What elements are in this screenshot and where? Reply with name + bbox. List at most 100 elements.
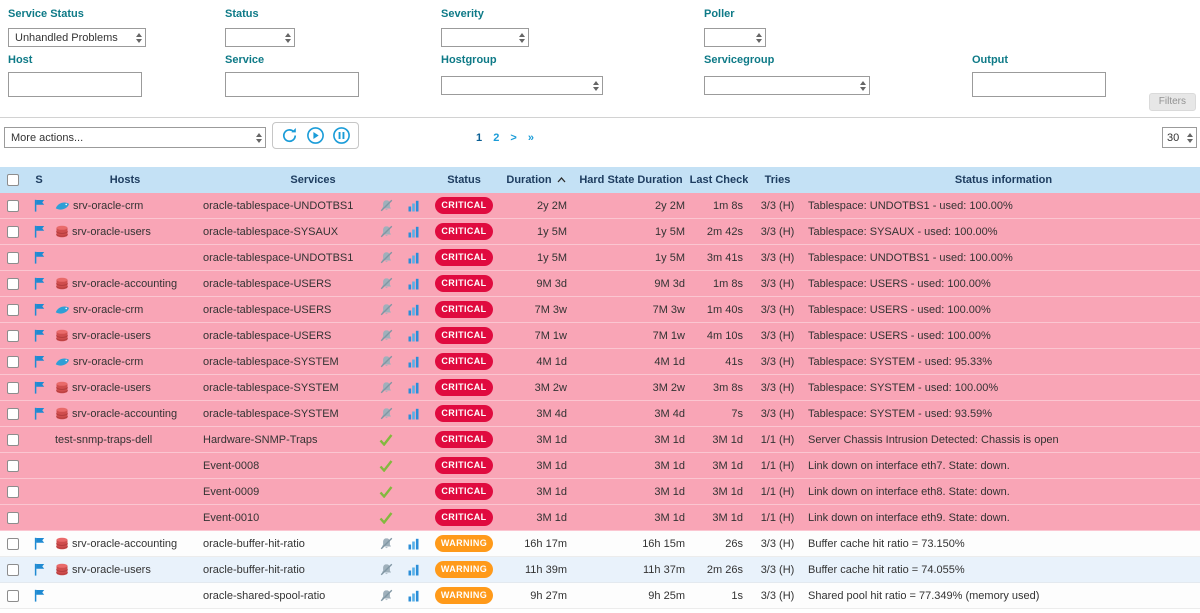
row-checkbox[interactable] (7, 278, 19, 290)
col-header-duration[interactable]: Duration (500, 167, 572, 193)
service-status-select[interactable]: Unhandled Problems (8, 28, 146, 47)
row-checkbox[interactable] (7, 512, 19, 524)
host-link[interactable]: srv-oracle-crm (73, 200, 143, 212)
performance-graph-icon[interactable] (408, 356, 420, 368)
status-badge: CRITICAL (435, 405, 493, 422)
host-link[interactable]: srv-oracle-users (72, 330, 151, 342)
service-link[interactable]: oracle-shared-spool-ratio (203, 590, 325, 602)
severity-select[interactable] (441, 28, 529, 47)
service-link[interactable]: Hardware-SNMP-Traps (203, 434, 318, 446)
last-check-cell: 41s (690, 349, 748, 374)
host-link[interactable]: test-snmp-traps-dell (55, 434, 152, 446)
page-last[interactable]: » (528, 132, 534, 144)
service-link[interactable]: oracle-tablespace-SYSTEM (203, 356, 339, 368)
hard-state-duration-cell: 11h 37m (572, 557, 690, 582)
col-header-hosts[interactable]: Hosts (52, 167, 198, 193)
host-input[interactable] (8, 72, 142, 97)
service-input[interactable] (225, 72, 359, 97)
row-checkbox[interactable] (7, 486, 19, 498)
col-header-status[interactable]: Status (428, 167, 500, 193)
row-checkbox[interactable] (7, 382, 19, 394)
page-size-select[interactable]: 30 (1162, 127, 1197, 148)
table-row: srv-oracle-crm oracle-tablespace-UNDOTBS1… (0, 193, 1200, 219)
service-link[interactable]: oracle-tablespace-UNDOTBS1 (203, 200, 353, 212)
status-label: Status (225, 8, 259, 20)
page-1[interactable]: 1 (476, 132, 482, 144)
service-link[interactable]: Event-0009 (203, 486, 259, 498)
col-header-tries[interactable]: Tries (748, 167, 807, 193)
col-header-s[interactable]: S (26, 167, 52, 193)
status-badge: CRITICAL (435, 509, 493, 526)
duration-cell: 1y 5M (500, 245, 572, 270)
col-header-hard-state-duration[interactable]: Hard State Duration (572, 167, 690, 193)
tries-cell: 3/3 (H) (748, 323, 807, 348)
performance-graph-icon[interactable] (408, 538, 420, 550)
performance-graph-icon[interactable] (408, 382, 420, 394)
col-header-last-check[interactable]: Last Check (690, 167, 748, 193)
service-link[interactable]: oracle-tablespace-USERS (203, 304, 331, 316)
col-header-services[interactable]: Services (198, 167, 428, 193)
row-checkbox[interactable] (7, 304, 19, 316)
service-link[interactable]: oracle-buffer-hit-ratio (203, 538, 305, 550)
host-link[interactable]: srv-oracle-users (72, 564, 151, 576)
duration-cell: 7M 3w (500, 297, 572, 322)
performance-graph-icon[interactable] (408, 408, 420, 420)
service-link[interactable]: oracle-tablespace-SYSTEM (203, 382, 339, 394)
host-link[interactable]: srv-oracle-crm (73, 304, 143, 316)
performance-graph-icon[interactable] (408, 278, 420, 290)
service-link[interactable]: oracle-buffer-hit-ratio (203, 564, 305, 576)
performance-graph-icon[interactable] (408, 200, 420, 212)
host-link[interactable]: srv-oracle-users (72, 226, 151, 238)
service-link[interactable]: oracle-tablespace-USERS (203, 278, 331, 290)
output-input[interactable] (972, 72, 1106, 97)
service-link[interactable]: oracle-tablespace-UNDOTBS1 (203, 252, 353, 264)
service-link[interactable]: oracle-tablespace-USERS (203, 330, 331, 342)
host-link[interactable]: srv-oracle-accounting (72, 538, 177, 550)
database-icon (55, 381, 69, 394)
performance-graph-icon[interactable] (408, 252, 420, 264)
host-link[interactable]: srv-oracle-crm (73, 356, 143, 368)
row-checkbox[interactable] (7, 590, 19, 602)
status-info-cell: Buffer cache hit ratio = 73.150% (807, 531, 1200, 556)
col-header-status-information[interactable]: Status information (807, 167, 1200, 193)
select-all-checkbox[interactable] (7, 174, 19, 186)
row-checkbox[interactable] (7, 330, 19, 342)
host-link[interactable]: srv-oracle-users (72, 382, 151, 394)
row-checkbox[interactable] (7, 408, 19, 420)
row-checkbox[interactable] (7, 434, 19, 446)
database-icon (55, 563, 69, 576)
row-checkbox[interactable] (7, 564, 19, 576)
service-link[interactable]: Event-0010 (203, 512, 259, 524)
page-next[interactable]: > (510, 132, 516, 144)
servicegroup-select[interactable] (704, 76, 870, 95)
status-badge: WARNING (435, 535, 493, 552)
hostgroup-select[interactable] (441, 76, 603, 95)
service-link[interactable]: Event-0008 (203, 460, 259, 472)
row-checkbox[interactable] (7, 460, 19, 472)
row-checkbox[interactable] (7, 538, 19, 550)
tries-cell: 3/3 (H) (748, 219, 807, 244)
row-checkbox[interactable] (7, 252, 19, 264)
select-arrows-icon (593, 81, 599, 91)
performance-graph-icon[interactable] (408, 564, 420, 576)
row-checkbox[interactable] (7, 356, 19, 368)
performance-graph-icon[interactable] (408, 330, 420, 342)
performance-graph-icon[interactable] (408, 590, 420, 602)
row-checkbox[interactable] (7, 226, 19, 238)
notifications-disabled-icon (380, 251, 393, 264)
performance-graph-icon[interactable] (408, 304, 420, 316)
status-info-cell: Tablespace: USERS - used: 100.00% (807, 297, 1200, 322)
status-select[interactable] (225, 28, 295, 47)
table-row: Event-0008CRITICAL3M 1d3M 1d3M 1d1/1 (H)… (0, 453, 1200, 479)
page-2[interactable]: 2 (493, 132, 499, 144)
poller-select[interactable] (704, 28, 766, 47)
performance-graph-icon[interactable] (408, 226, 420, 238)
row-checkbox[interactable] (7, 200, 19, 212)
host-link[interactable]: srv-oracle-accounting (72, 408, 177, 420)
tries-cell: 1/1 (H) (748, 479, 807, 504)
pagination: 1 2 > » (0, 132, 1010, 144)
service-link[interactable]: oracle-tablespace-SYSTEM (203, 408, 339, 420)
host-link[interactable]: srv-oracle-accounting (72, 278, 177, 290)
service-link[interactable]: oracle-tablespace-SYSAUX (203, 226, 338, 238)
filters-button[interactable]: Filters (1149, 93, 1196, 111)
